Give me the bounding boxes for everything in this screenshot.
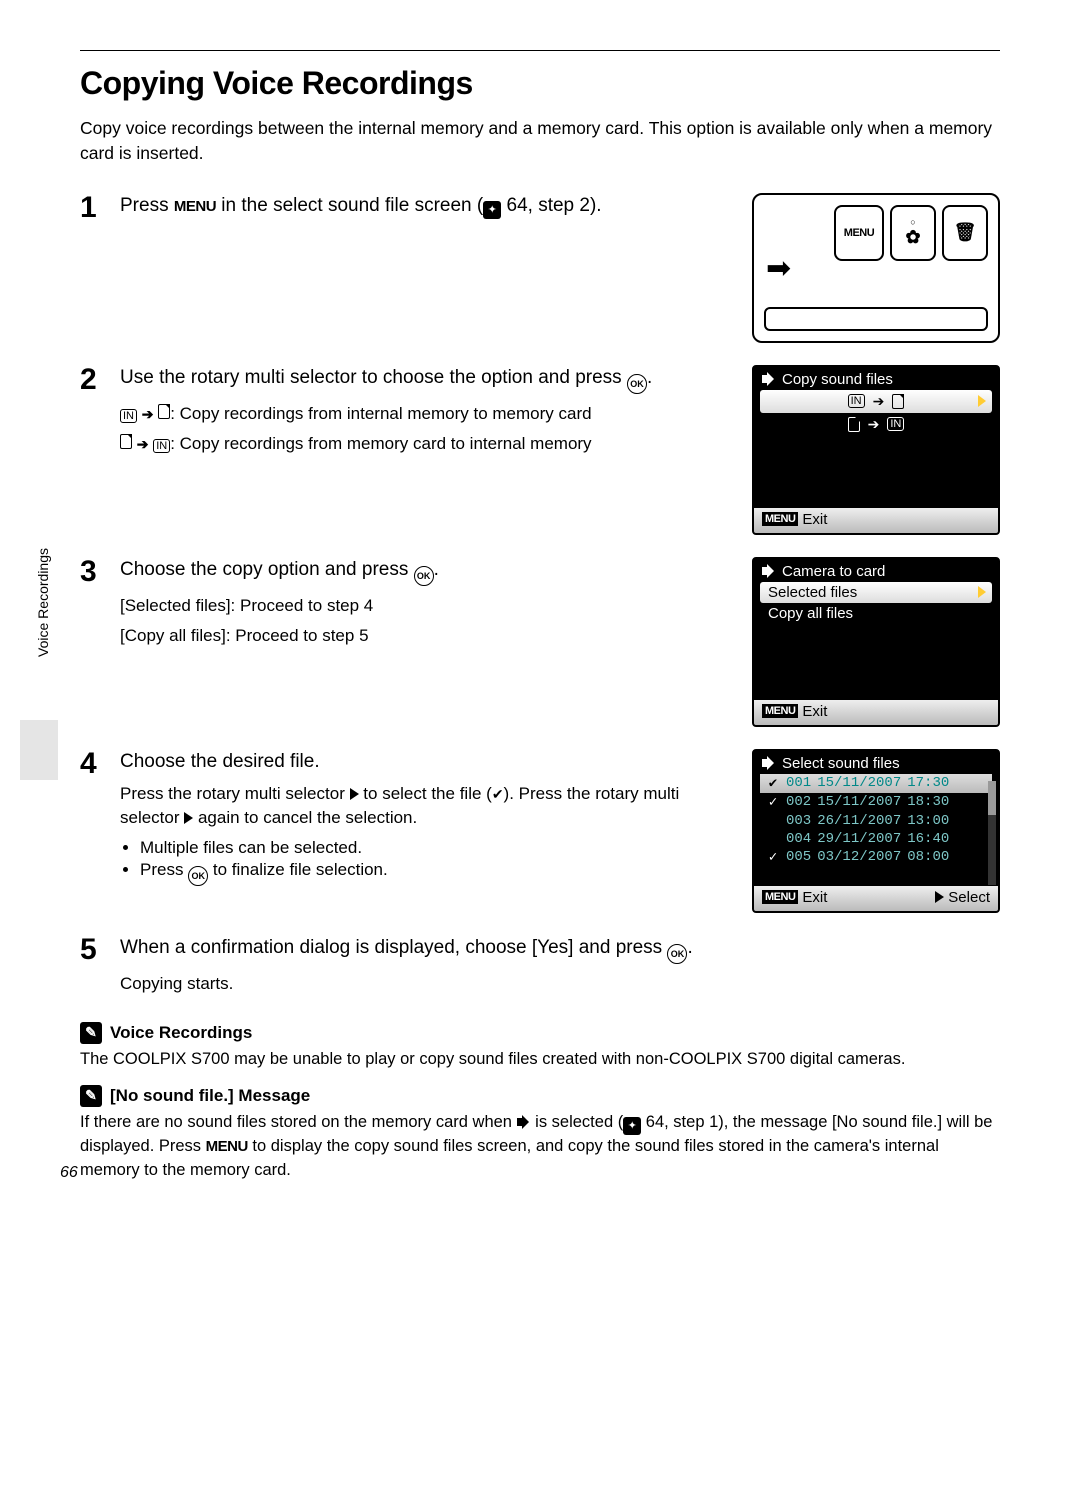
card-icon	[158, 404, 170, 419]
lcd-copy-sound-files: Copy sound files IN➔ ➔IN MENUExit	[752, 365, 1000, 535]
intro-paragraph: Copy voice recordings between the intern…	[80, 116, 1000, 167]
page-number: 66	[60, 1164, 78, 1182]
menu-chip-icon: MENU	[762, 890, 798, 904]
lcd-camera-to-card: Camera to card Selected files Copy all f…	[752, 557, 1000, 727]
speaker-icon	[762, 756, 776, 770]
right-triangle-icon	[184, 812, 193, 824]
right-triangle-icon	[935, 891, 944, 903]
page-ref-icon: ✦	[483, 201, 501, 219]
internal-memory-icon: IN	[120, 409, 137, 423]
menu-chip-icon: MENU	[762, 704, 798, 718]
check-icon	[492, 784, 504, 803]
note-2-body: If there are no sound files stored on th…	[80, 1111, 1000, 1182]
step-number-4: 4	[80, 749, 120, 779]
page-ref-icon: ✦	[623, 1117, 641, 1135]
internal-memory-icon: IN	[153, 439, 170, 453]
section-side-label: Voice Recordings	[35, 548, 51, 657]
menu-chip-icon: MENU	[762, 512, 798, 526]
card-icon	[120, 434, 132, 449]
right-triangle-icon	[350, 788, 359, 800]
note-icon: ✎	[80, 1022, 102, 1044]
ok-button-icon: OK	[627, 374, 647, 394]
scrollbar	[988, 781, 996, 885]
arrow-icon: ➡	[766, 251, 791, 286]
camera-menu-button: MENU	[834, 205, 884, 261]
step-5-sub: Copying starts.	[120, 972, 988, 996]
note-icon: ✎	[80, 1085, 102, 1107]
step-number-2: 2	[80, 365, 120, 395]
camera-illustration: ➡ MENU ○	[752, 193, 1000, 343]
page-title: Copying Voice Recordings	[80, 65, 1000, 102]
file-row: ✓00215/11/200718:30	[760, 793, 992, 812]
ok-button-icon: OK	[414, 566, 434, 586]
note-1-title: Voice Recordings	[110, 1023, 252, 1043]
step-4-sub: Press the rotary multi selector to selec…	[120, 782, 740, 830]
step-2-sub: IN ➔ : Copy recordings from internal mem…	[120, 402, 740, 456]
menu-button-label: MENU	[206, 1138, 248, 1155]
step-3-sub: [Selected files]: Proceed to step 4 [Cop…	[120, 594, 740, 648]
camera-delete-button	[942, 205, 988, 261]
step-number-1: 1	[80, 193, 120, 223]
file-row: ✓00503/12/200708:00	[760, 848, 992, 867]
camera-macro-button: ○	[890, 205, 936, 261]
menu-button-label: MENU	[174, 198, 216, 215]
step-2-text: Use the rotary multi selector to choose …	[120, 365, 740, 394]
step-5-text: When a confirmation dialog is displayed,…	[120, 935, 988, 964]
ok-button-icon: OK	[188, 866, 208, 886]
speaker-icon	[762, 372, 776, 386]
speaker-icon	[762, 564, 776, 578]
speaker-icon	[517, 1115, 531, 1129]
step-4-bullets: Multiple files can be selected. Press OK…	[120, 838, 740, 886]
step-number-3: 3	[80, 557, 120, 587]
lcd-select-sound-files: Select sound files ✔00115/11/200717:30✓0…	[752, 749, 1000, 913]
lcd-option-card-to-in: ➔IN	[760, 413, 992, 436]
note-2-title: [No sound file.] Message	[110, 1086, 310, 1106]
step-4-text: Choose the desired file.	[120, 749, 740, 775]
file-row: ✔00115/11/200717:30	[760, 774, 992, 793]
file-row: 00429/11/200716:40	[760, 830, 992, 848]
note-1-body: The COOLPIX S700 may be unable to play o…	[80, 1048, 1000, 1071]
lcd-selected-files: Selected files	[760, 582, 992, 603]
file-row: 00326/11/200713:00	[760, 812, 992, 830]
lcd-option-in-to-card: IN➔	[760, 390, 992, 413]
step-number-5: 5	[80, 935, 120, 965]
ok-button-icon: OK	[667, 944, 687, 964]
lcd-copy-all-files: Copy all files	[760, 603, 992, 624]
step-1-text: Press MENU in the select sound file scre…	[120, 193, 740, 219]
thumb-tab	[20, 720, 58, 780]
step-3-text: Choose the copy option and press OK.	[120, 557, 740, 586]
